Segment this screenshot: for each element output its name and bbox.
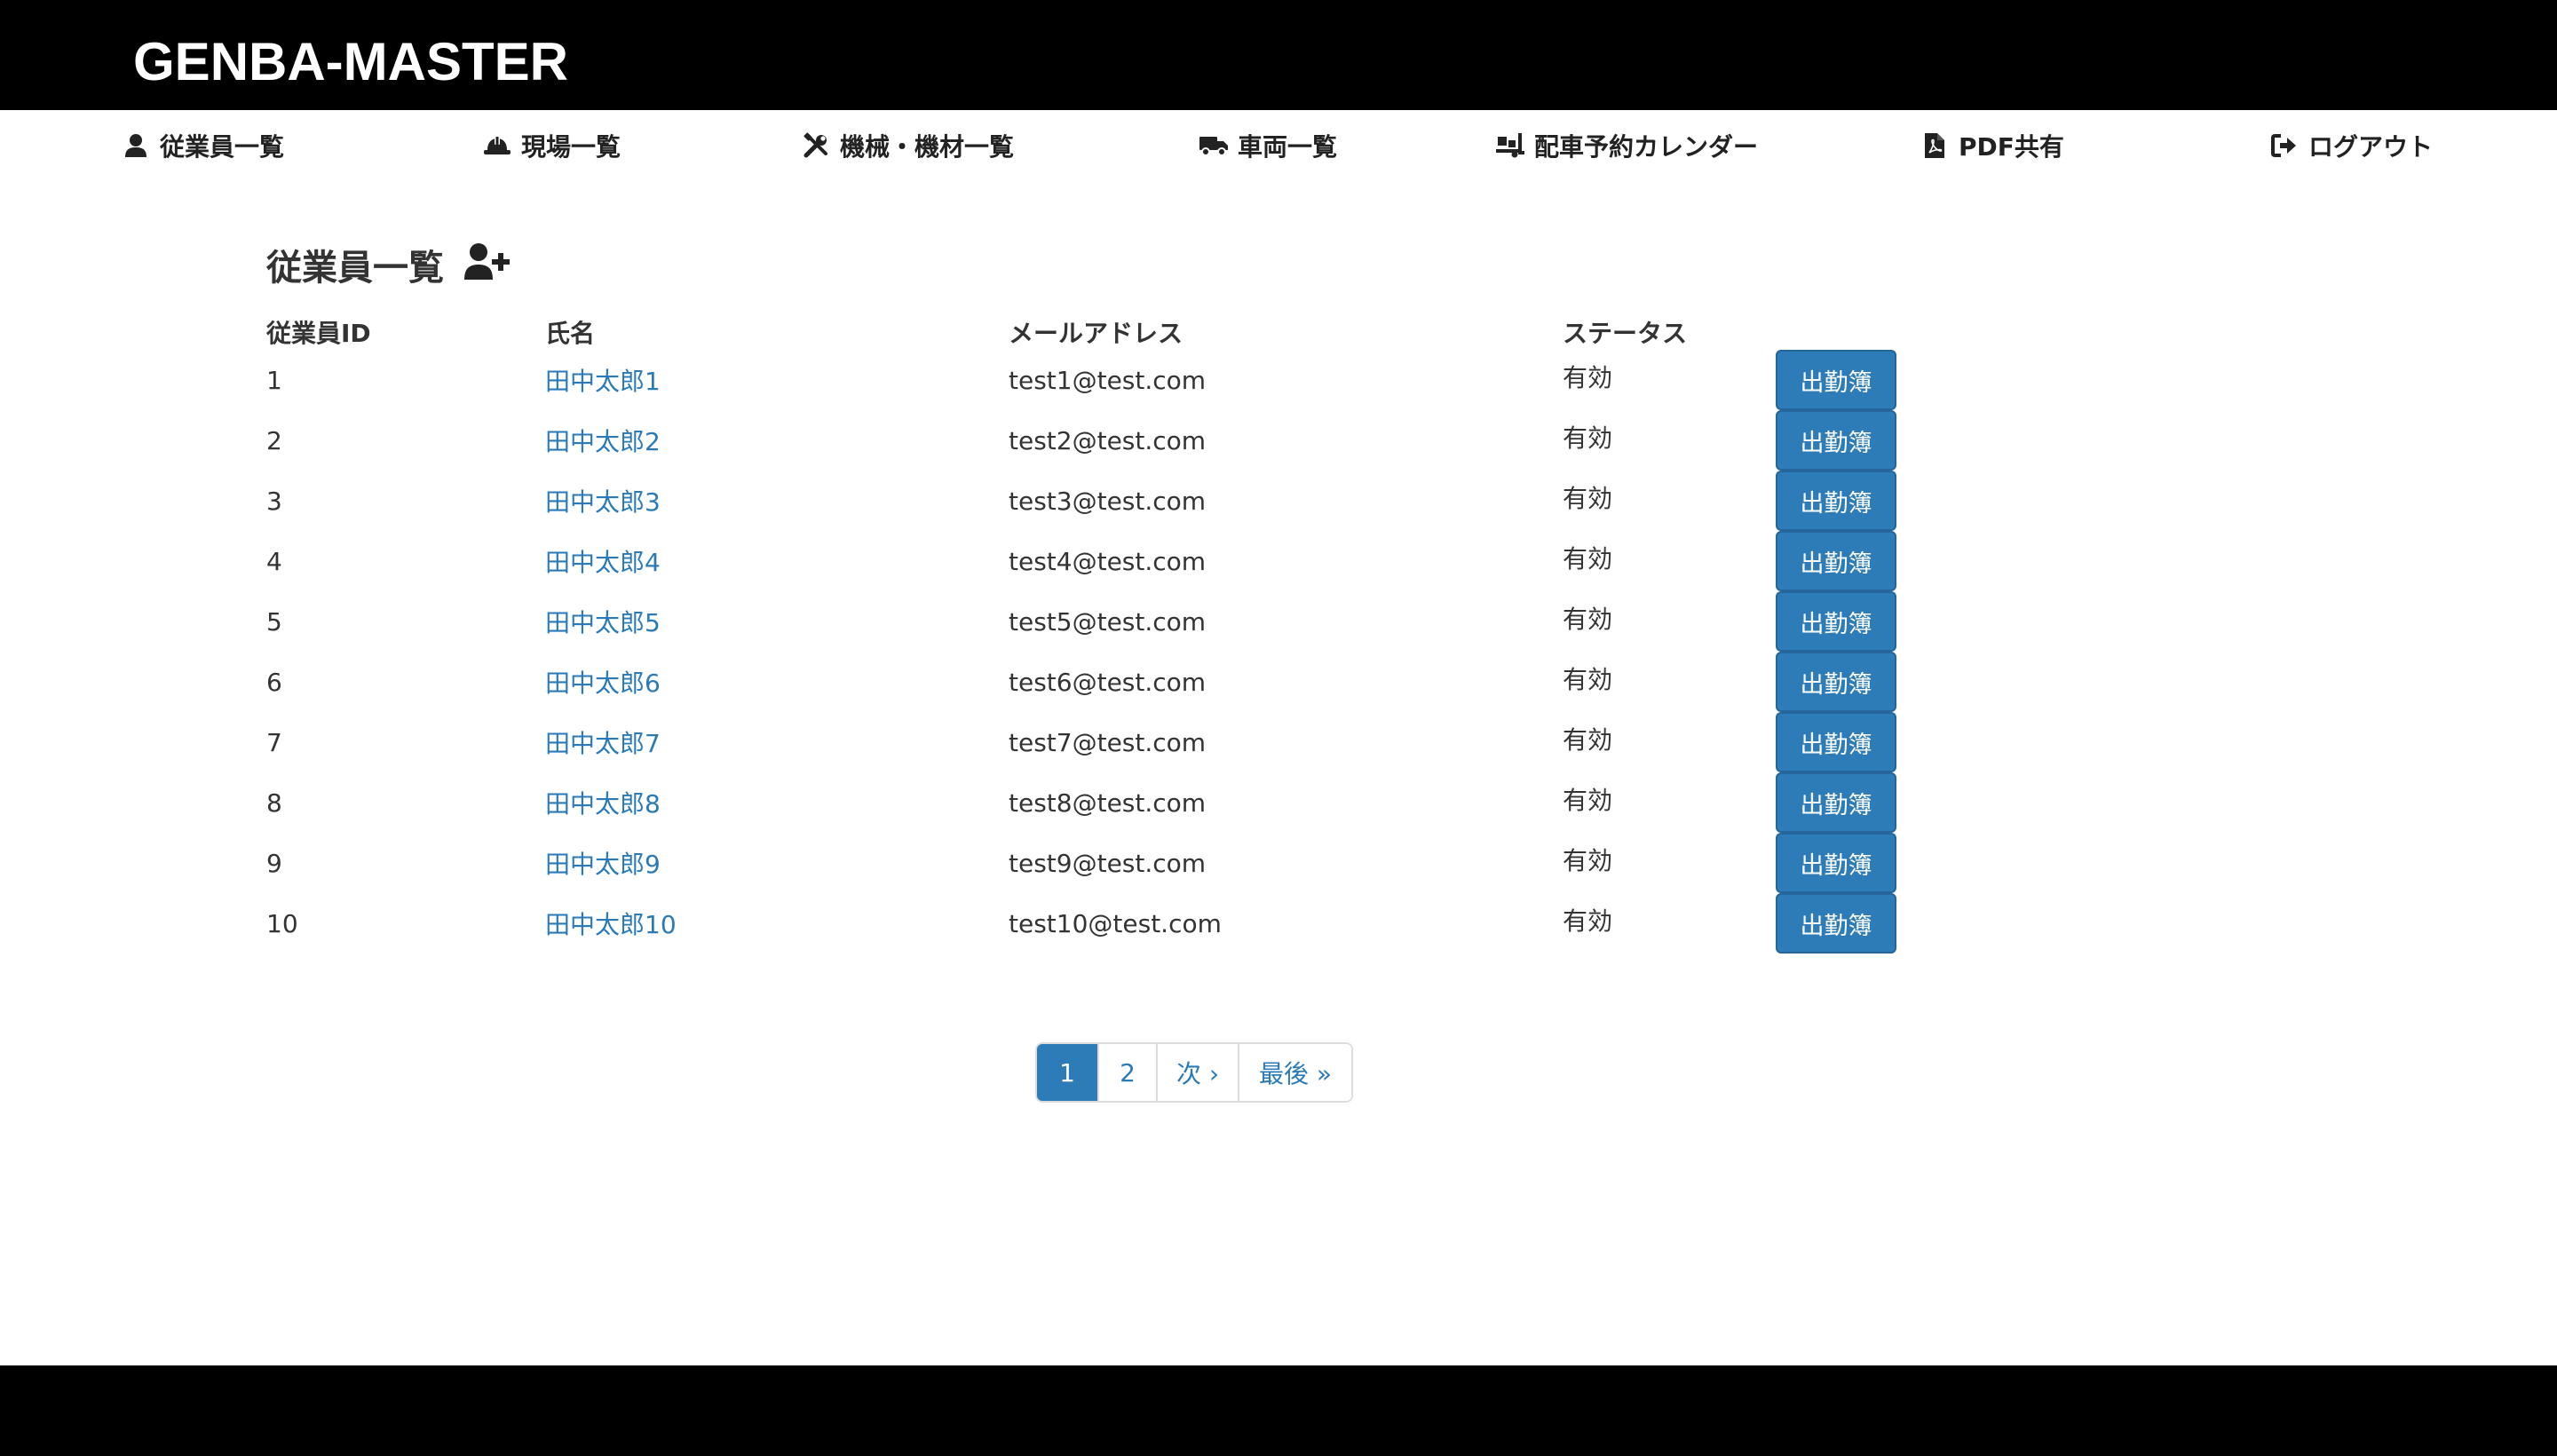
column-header-name: 氏名 <box>545 319 596 348</box>
employee-email-cell: test6@test.com <box>1009 667 1207 697</box>
last-page-link[interactable]: 最後 » <box>1238 1044 1351 1101</box>
employee-email-cell: test9@test.com <box>1009 848 1207 878</box>
employee-email-cell: test2@test.com <box>1009 425 1207 455</box>
sign-out-icon <box>2269 131 2300 161</box>
user-plus-icon <box>463 242 510 285</box>
truck-loading-icon <box>1495 131 1525 161</box>
attendance-book-button[interactable]: 出勤簿 <box>1776 531 1896 591</box>
employee-name-link[interactable]: 田中太郎5 <box>545 604 661 639</box>
nav-item-vehicles[interactable]: 車両一覧 <box>1199 126 1337 165</box>
status-cell: 有効 <box>1563 846 1613 875</box>
table-row: 7 田中太郎7 test7@test.com 有効 出勤簿 <box>257 712 1927 772</box>
status-cell: 有効 <box>1563 906 1613 936</box>
employee-name-link[interactable]: 田中太郎2 <box>545 423 661 458</box>
employee-email-cell: test1@test.com <box>1009 365 1207 395</box>
employee-name-link[interactable]: 田中太郎7 <box>545 724 661 760</box>
nav-item-pdf-share[interactable]: PDF共有 <box>1920 126 2064 165</box>
employee-id-cell: 10 <box>266 908 298 938</box>
nav-item-label: ログアウト <box>2308 132 2434 162</box>
attendance-book-button[interactable]: 出勤簿 <box>1776 471 1896 531</box>
nav-item-logout[interactable]: ログアウト <box>2269 126 2433 165</box>
status-cell: 有効 <box>1563 544 1613 574</box>
nav-item-label: 配車予約カレンダー <box>1534 132 1759 162</box>
employee-name-link[interactable]: 田中太郎10 <box>545 906 677 941</box>
column-header-id: 従業員ID <box>266 319 371 348</box>
employee-id-cell: 3 <box>266 486 282 516</box>
employee-email-cell: test10@test.com <box>1009 908 1222 938</box>
site-header: GENBA-MASTER <box>0 0 2557 110</box>
page-title: 従業員一覧 <box>266 248 444 289</box>
employee-email-cell: test5@test.com <box>1009 606 1207 637</box>
employee-id-cell: 2 <box>266 425 282 455</box>
status-cell: 有効 <box>1563 786 1613 815</box>
attendance-book-button[interactable]: 出勤簿 <box>1776 772 1896 833</box>
page-link-1[interactable]: 1 <box>1037 1044 1097 1101</box>
add-employee-button[interactable] <box>462 241 511 286</box>
status-cell: 有効 <box>1563 484 1613 513</box>
employee-email-cell: test8@test.com <box>1009 787 1207 818</box>
employee-name-link[interactable]: 田中太郎1 <box>545 362 661 398</box>
table-row: 2 田中太郎2 test2@test.com 有効 出勤簿 <box>257 410 1927 471</box>
attendance-book-button[interactable]: 出勤簿 <box>1776 893 1896 954</box>
file-pdf-icon <box>1920 131 1950 161</box>
nav-item-machines[interactable]: 機械・機材一覧 <box>801 126 1014 165</box>
column-header-status: ステータス <box>1563 319 1688 348</box>
truck-icon <box>1199 131 1229 161</box>
attendance-book-button[interactable]: 出勤簿 <box>1776 350 1896 410</box>
table-row: 5 田中太郎5 test5@test.com 有効 出勤簿 <box>257 591 1927 652</box>
table-row: 1 田中太郎1 test1@test.com 有効 出勤簿 <box>257 350 1927 410</box>
status-cell: 有効 <box>1563 605 1613 634</box>
table-row: 10 田中太郎10 test10@test.com 有効 出勤簿 <box>257 893 1927 954</box>
employee-id-cell: 9 <box>266 848 282 878</box>
tools-icon <box>801 131 831 161</box>
table-row: 3 田中太郎3 test3@test.com 有効 出勤簿 <box>257 471 1927 531</box>
nav-item-label: 機械・機材一覧 <box>840 132 1015 162</box>
employee-id-cell: 7 <box>266 727 282 757</box>
employee-name-link[interactable]: 田中太郎9 <box>545 845 661 881</box>
employee-email-cell: test4@test.com <box>1009 546 1207 576</box>
employee-email-cell: test7@test.com <box>1009 727 1207 757</box>
status-cell: 有効 <box>1563 665 1613 694</box>
table-row: 8 田中太郎8 test8@test.com 有効 出勤簿 <box>257 772 1927 833</box>
employee-id-cell: 5 <box>266 606 282 637</box>
employee-id-cell: 8 <box>266 787 282 818</box>
attendance-book-button[interactable]: 出勤簿 <box>1776 652 1896 712</box>
employee-name-link[interactable]: 田中太郎8 <box>545 785 661 820</box>
table-row: 4 田中太郎4 test4@test.com 有効 出勤簿 <box>257 531 1927 591</box>
nav-item-label: 従業員一覧 <box>160 132 285 162</box>
nav-item-label: 現場一覧 <box>521 132 621 162</box>
employee-name-link[interactable]: 田中太郎4 <box>545 543 661 579</box>
attendance-book-button[interactable]: 出勤簿 <box>1776 410 1896 471</box>
nav-item-label: 車両一覧 <box>1238 132 1338 162</box>
hard-hat-icon <box>482 131 512 161</box>
attendance-book-button[interactable]: 出勤簿 <box>1776 712 1896 772</box>
pagination: 1 2 次 › 最後 » <box>1035 1042 1353 1103</box>
employee-id-cell: 1 <box>266 365 282 395</box>
nav-item-dispatch-calendar[interactable]: 配車予約カレンダー <box>1495 126 1758 165</box>
employee-email-cell: test3@test.com <box>1009 486 1207 516</box>
next-page-link[interactable]: 次 › <box>1156 1044 1238 1101</box>
page-link-2[interactable]: 2 <box>1097 1044 1156 1101</box>
employee-name-link[interactable]: 田中太郎3 <box>545 483 661 518</box>
table-row: 9 田中太郎9 test9@test.com 有効 出勤簿 <box>257 833 1927 893</box>
nav-item-label: PDF共有 <box>1959 132 2064 162</box>
status-cell: 有効 <box>1563 725 1613 755</box>
status-cell: 有効 <box>1563 423 1613 453</box>
table-row: 6 田中太郎6 test6@test.com 有効 出勤簿 <box>257 652 1927 712</box>
employee-id-cell: 4 <box>266 546 282 576</box>
column-header-email: メールアドレス <box>1009 319 1184 348</box>
attendance-book-button[interactable]: 出勤簿 <box>1776 591 1896 652</box>
attendance-book-button[interactable]: 出勤簿 <box>1776 833 1896 893</box>
employee-name-link[interactable]: 田中太郎6 <box>545 664 661 700</box>
nav-item-sites[interactable]: 現場一覧 <box>482 126 621 165</box>
nav-item-employees[interactable]: 従業員一覧 <box>121 126 284 165</box>
employee-id-cell: 6 <box>266 667 282 697</box>
brand-logo[interactable]: GENBA-MASTER <box>133 30 568 94</box>
user-icon <box>121 131 151 161</box>
status-cell: 有効 <box>1563 363 1613 392</box>
site-footer <box>0 1365 2557 1456</box>
